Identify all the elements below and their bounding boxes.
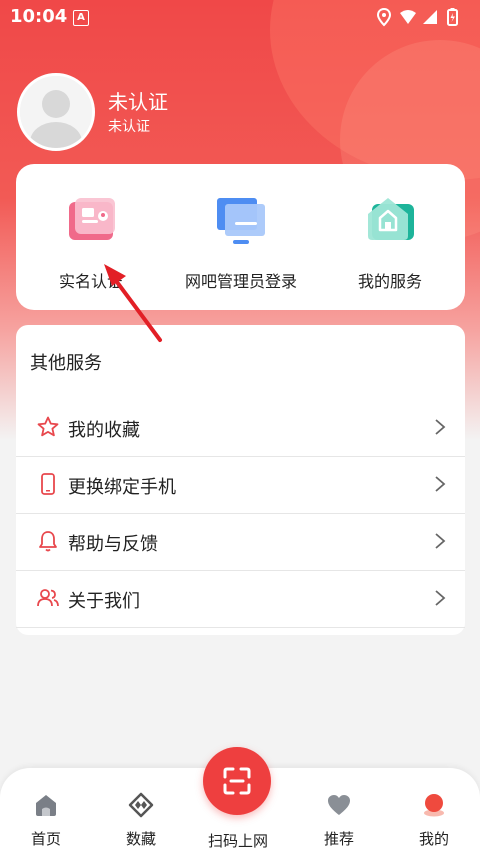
list-item-label: 更换绑定手机 (68, 477, 176, 498)
star-icon (37, 416, 59, 437)
quick-actions-card: 实名认证 网吧管理员登录 我的服务 (16, 164, 465, 310)
list-item-about-us[interactable]: 关于我们 (16, 570, 465, 628)
scan-button[interactable] (203, 747, 271, 815)
tab-label: 推荐 (323, 830, 354, 848)
heart-icon (328, 795, 350, 815)
avatar[interactable] (17, 73, 95, 151)
signal-icon (423, 10, 437, 24)
id-card-icon (69, 198, 115, 240)
list-item-label: 关于我们 (68, 591, 140, 612)
quick-action-real-name[interactable]: 实名认证 (16, 164, 166, 310)
wifi-icon (400, 10, 416, 24)
battery-icon (447, 8, 458, 26)
tab-recommend[interactable]: 推荐 (299, 768, 379, 853)
quick-action-label: 实名认证 (58, 272, 123, 291)
default-avatar-icon (20, 76, 92, 148)
quick-action-admin-login[interactable]: 网吧管理员登录 (166, 164, 316, 310)
tab-mine[interactable]: 我的 (394, 768, 474, 853)
notification-badge: A (73, 10, 89, 26)
quick-action-my-services[interactable]: 我的服务 (315, 164, 465, 310)
list-item-change-phone[interactable]: 更换绑定手机 (16, 456, 465, 514)
list-item-help-feedback[interactable]: 帮助与反馈 (16, 513, 465, 571)
list-item-favorites[interactable]: 我的收藏 (16, 399, 465, 457)
status-bar: 10:04 A (0, 0, 480, 34)
status-icons (376, 7, 466, 31)
home-icon (36, 795, 56, 816)
chevron-right-icon (435, 419, 446, 435)
chevron-right-icon (435, 533, 446, 549)
home-service-icon (368, 198, 414, 240)
location-icon (376, 7, 392, 27)
section-title: 其他服务 (30, 353, 102, 374)
quick-action-label: 网吧管理员登录 (184, 272, 297, 291)
chevron-right-icon (435, 476, 446, 492)
status-time: 10:04 (10, 6, 68, 27)
chevron-right-icon (435, 590, 446, 606)
collection-icon (128, 792, 154, 818)
users-icon (37, 589, 59, 607)
bell-icon (39, 531, 57, 552)
monitor-icon (217, 198, 265, 244)
quick-action-label: 我的服务 (357, 272, 422, 291)
profile-icon (424, 794, 444, 817)
tab-label: 数藏 (125, 830, 156, 848)
list-item-label: 我的收藏 (68, 420, 140, 441)
other-services-card: 其他服务 我的收藏 更换绑定手机 帮助与反馈 关于我们 (16, 325, 465, 635)
user-status: 未认证 (108, 119, 150, 135)
phone-icon (41, 473, 55, 495)
tab-label: 我的 (418, 830, 449, 848)
tab-home[interactable]: 首页 (6, 768, 86, 853)
scan-label: 扫码上网 (207, 832, 268, 850)
tab-label: 首页 (30, 830, 61, 848)
user-name: 未认证 (108, 90, 168, 114)
tab-collection[interactable]: 数藏 (101, 768, 181, 853)
scan-icon (223, 767, 251, 795)
list-item-label: 帮助与反馈 (68, 534, 158, 555)
